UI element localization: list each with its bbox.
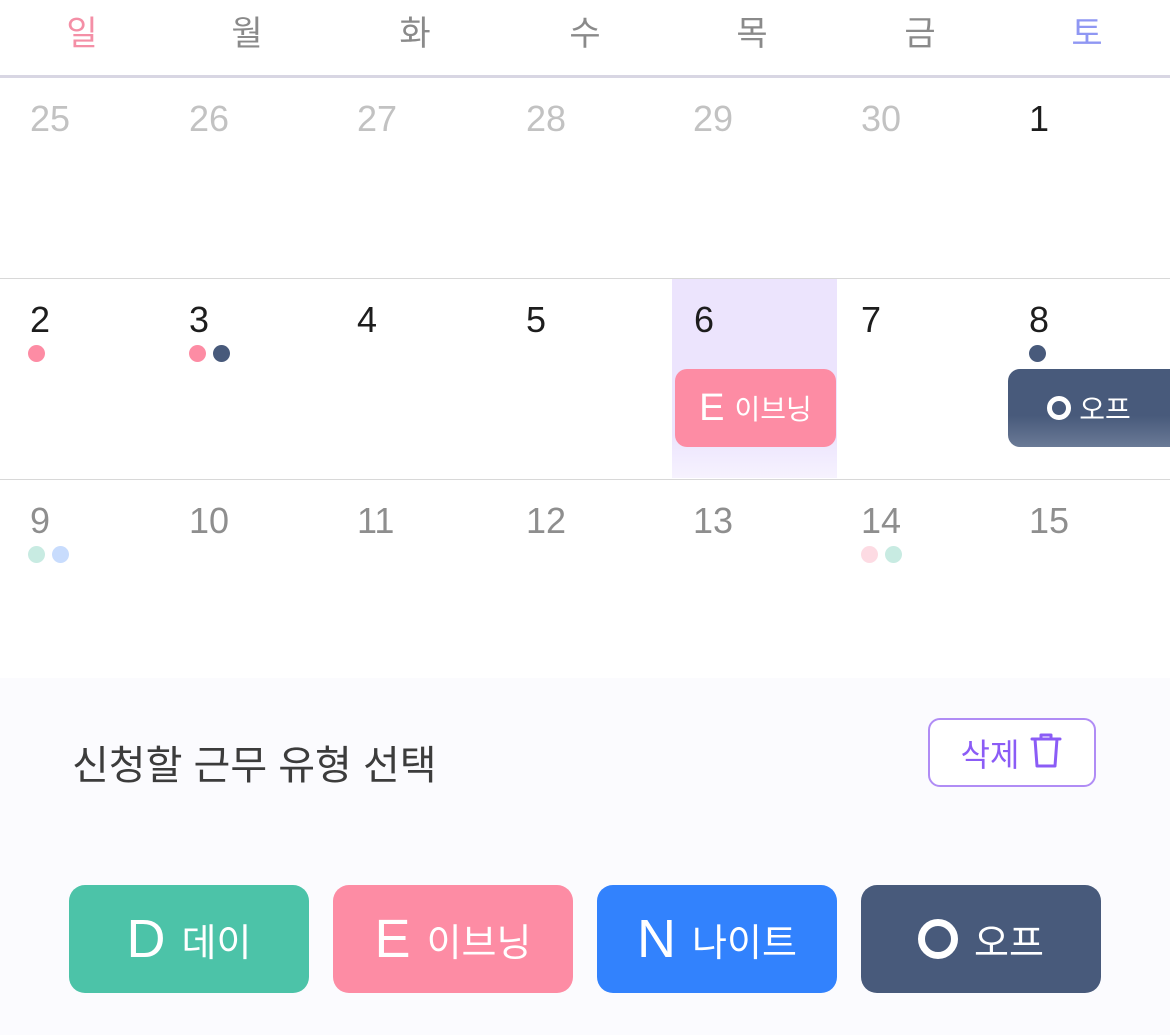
day-number: 10: [189, 500, 230, 541]
day-shift-button[interactable]: D 데이: [69, 885, 309, 993]
day-number: 5: [526, 299, 547, 340]
weekday-header: 일 월 화 수 목 금 토: [0, 0, 1170, 75]
off-shift-button[interactable]: 오프: [861, 885, 1101, 993]
day-number: 13: [693, 500, 734, 541]
day-number: 30: [861, 98, 902, 139]
day-number: 25: [30, 98, 71, 139]
day-number: 12: [526, 500, 567, 541]
day-number: 15: [1029, 500, 1070, 541]
off-ring-icon: [1047, 396, 1072, 420]
day-number: 9: [30, 500, 51, 541]
weekday-tue: 화: [399, 15, 431, 53]
button-letter: N: [637, 909, 677, 969]
weekday-fri: 금: [904, 15, 936, 53]
day-number: 14: [861, 500, 902, 541]
off-shift-dot: [1029, 345, 1046, 362]
delete-label: 삭제: [960, 736, 1020, 773]
evening-shift-dot: [28, 345, 45, 362]
chip-label: 이브닝: [734, 394, 812, 425]
delete-button[interactable]: 삭제: [928, 718, 1096, 787]
day-number: 28: [526, 98, 567, 139]
off-shift-dot: [213, 345, 230, 362]
panel-title: 신청할 근무 유형 선택: [72, 744, 437, 788]
evening-shift-dot: [861, 546, 878, 563]
button-letter: D: [126, 909, 166, 969]
off-ring-icon: [918, 919, 959, 959]
weekday-wed: 수: [569, 15, 601, 53]
day-number: 11: [357, 500, 395, 541]
day-number: 1: [1029, 98, 1050, 139]
weekday-mon: 월: [231, 15, 263, 53]
button-label: 데이: [181, 922, 252, 965]
day-number: 7: [861, 299, 882, 340]
evening-shift-chip[interactable]: E 이브닝: [675, 369, 836, 447]
button-label: 이브닝: [426, 922, 532, 965]
week-row-2: 2 3 4 5 6 E 이브닝 7 8 오프: [0, 279, 1170, 479]
day-number: 27: [357, 98, 398, 139]
night-shift-dot: [52, 546, 69, 563]
trash-icon: [1029, 730, 1063, 775]
chip-letter: E: [699, 386, 725, 429]
off-shift-chip[interactable]: 오프: [1008, 369, 1170, 447]
button-letter: E: [374, 909, 411, 969]
day-number: 6: [694, 299, 715, 340]
day-number: 2: [30, 299, 51, 340]
evening-shift-dot: [189, 345, 206, 362]
week-row-1: 25 26 27 28 29 30 1: [0, 78, 1170, 278]
day-shift-dot: [885, 546, 902, 563]
evening-shift-button[interactable]: E 이브닝: [333, 885, 573, 993]
button-label: 나이트: [692, 922, 797, 965]
chip-label: 오프: [1079, 394, 1131, 425]
night-shift-button[interactable]: N 나이트: [597, 885, 837, 993]
day-number: 4: [357, 299, 378, 340]
weekday-sat: 토: [1071, 15, 1103, 53]
day-shift-dot: [28, 546, 45, 563]
button-label: 오프: [974, 922, 1044, 965]
day-number: 3: [189, 299, 210, 340]
day-number: 26: [189, 98, 230, 139]
day-number: 8: [1029, 299, 1050, 340]
weekday-thu: 목: [736, 15, 768, 53]
weekday-sun: 일: [66, 15, 98, 53]
week-row-3: 9 10 11 12 13 14 15: [0, 480, 1170, 680]
day-number: 29: [693, 98, 734, 139]
